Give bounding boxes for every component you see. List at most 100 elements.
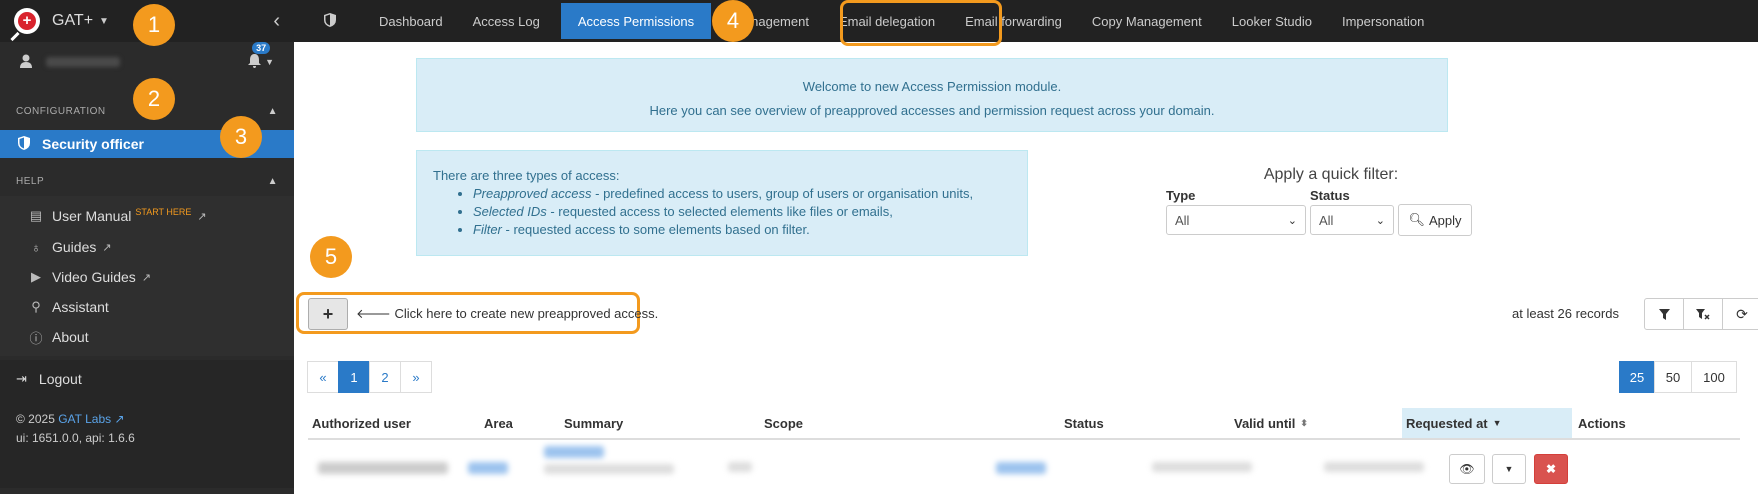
collapse-sidebar-icon[interactable]: ‹ — [273, 10, 280, 33]
blurred-cell — [468, 462, 508, 474]
col-requested-at-label: Requested at — [1406, 415, 1488, 431]
list-item: Selected IDs - requested access to selec… — [473, 203, 1011, 221]
sidebar-item-about[interactable]: ⓘ About — [0, 322, 294, 352]
view-button[interactable]: 👁︎ — [1449, 454, 1485, 484]
type-filter-label: Type — [1166, 188, 1196, 203]
col-area[interactable]: Area — [480, 408, 513, 438]
section-configuration-label: CONFIGURATION — [16, 105, 106, 117]
filter-button[interactable] — [1644, 298, 1684, 330]
tab-looker-studio[interactable]: Looker Studio — [1217, 0, 1327, 42]
more-actions-button[interactable]: ▼ — [1492, 454, 1526, 484]
apply-label: Apply — [1428, 212, 1462, 228]
external-link-icon: ↗ — [197, 210, 207, 223]
pagination-page-2[interactable]: 2 — [369, 361, 401, 393]
sort-desc-icon: ▼ — [1492, 418, 1502, 428]
external-link-icon: ↗ — [141, 271, 152, 284]
tab-highlight-frame — [840, 0, 1002, 46]
sidebar-item-guides[interactable]: ♁ Guides ↗ — [0, 232, 294, 262]
sidebar-item-label: Guides — [52, 239, 97, 255]
list-item: Filter - requested access to some elemen… — [473, 221, 1011, 239]
sidebar: + GAT+ ▼ ‹ 37 ▼ CONFIGURATION ▲ Security… — [0, 0, 294, 494]
quick-filter: Apply a quick filter: Type Status All ⌄ … — [1166, 166, 1496, 236]
start-here-badge: START HERE — [135, 207, 192, 217]
notifications-caret-icon[interactable]: ▼ — [265, 57, 274, 67]
type-select[interactable]: All ⌄ — [1166, 205, 1306, 235]
gat-logo-icon[interactable]: + — [10, 8, 40, 42]
logout-label: Logout — [38, 371, 82, 387]
tab-copy-management[interactable]: Copy Management — [1077, 0, 1217, 42]
chevron-down-icon: ⌄ — [1287, 214, 1297, 227]
type-name: Selected IDs — [473, 204, 547, 219]
external-link-icon: ↗ — [102, 241, 112, 254]
clear-filter-button[interactable] — [1683, 298, 1723, 330]
lightbulb-icon: ♁ — [31, 239, 41, 255]
create-preapproved-button[interactable]: + — [308, 298, 348, 330]
company-link[interactable]: GAT Labs — [58, 412, 111, 426]
sidebar-item-user-manual[interactable]: ▤ User Manual START HERE ↗ — [0, 200, 294, 232]
app-menu-caret-icon[interactable]: ▼ — [99, 16, 109, 27]
callout-4: 4 — [712, 0, 754, 42]
caret-down-icon: ▼ — [1504, 464, 1514, 474]
status-select[interactable]: All ⌄ — [1310, 205, 1394, 235]
tab-access-log[interactable]: Access Log — [458, 0, 555, 42]
app-name[interactable]: GAT+ — [52, 12, 93, 30]
close-icon: ✖ — [1545, 462, 1557, 476]
external-link-icon: ↗ — [114, 412, 125, 426]
section-help[interactable]: HELP ▲ — [0, 166, 294, 196]
type-name: Filter — [473, 222, 502, 237]
refresh-button[interactable]: ⟳ — [1722, 298, 1758, 330]
arrow-left-icon: 🡐 — [356, 306, 391, 321]
sidebar-item-label: Assistant — [52, 299, 109, 315]
type-select-value: All — [1175, 212, 1190, 228]
callout-3: 3 — [220, 116, 262, 158]
col-summary[interactable]: Summary — [560, 408, 623, 438]
apply-filter-button[interactable]: 🔍︎ Apply — [1398, 204, 1472, 236]
table-toolbar: ⟳ — [1644, 298, 1758, 330]
logout-button[interactable]: ⇥ Logout — [0, 360, 294, 398]
shield-icon[interactable] — [324, 12, 336, 30]
help-list: ▤ User Manual START HERE ↗ ♁ Guides ↗ ▶ … — [0, 196, 294, 356]
page-size-50[interactable]: 50 — [1654, 361, 1692, 393]
search-icon: 🔍︎ — [1408, 212, 1425, 227]
page-size-25[interactable]: 25 — [1619, 361, 1655, 393]
sidebar-item-label: Security officer — [42, 136, 144, 152]
callout-2: 2 — [133, 78, 175, 120]
col-status[interactable]: Status — [1060, 408, 1104, 438]
user-bar: 37 ▼ — [0, 41, 294, 82]
callout-1: 1 — [133, 4, 175, 46]
type-desc: - requested access to selected elements … — [546, 204, 893, 219]
blurred-cell — [728, 462, 752, 472]
tab-dashboard[interactable]: Dashboard — [364, 0, 458, 42]
col-valid-until-label: Valid until — [1234, 415, 1296, 431]
sidebar-item-video-guides[interactable]: ▶ Video Guides ↗ — [0, 262, 294, 292]
delete-button[interactable]: ✖ — [1534, 454, 1568, 484]
sidebar-item-label: Video Guides — [52, 269, 136, 285]
sidebar-item-assistant[interactable]: ⚲ Assistant — [0, 292, 294, 322]
section-help-label: HELP — [16, 175, 45, 187]
blurred-cell — [1324, 462, 1424, 472]
col-valid-until[interactable]: Valid until ⬍ — [1230, 408, 1308, 438]
tab-access-permissions[interactable]: Access Permissions — [560, 3, 712, 39]
pagination-page-1[interactable]: 1 — [338, 361, 370, 393]
pagination-prev[interactable]: « — [307, 361, 339, 393]
create-hint: 🡐 Click here to create new preapproved a… — [356, 306, 658, 322]
status-select-value: All — [1319, 212, 1334, 228]
bell-icon — [248, 53, 262, 68]
col-authorized-user[interactable]: Authorized user — [308, 408, 411, 438]
page-size-100[interactable]: 100 — [1691, 361, 1737, 393]
col-requested-at[interactable]: Requested at ▼ — [1402, 408, 1572, 438]
notifications-button[interactable]: 37 — [248, 41, 271, 71]
tab-impersonation[interactable]: Impersonation — [1327, 0, 1439, 42]
page-size-selector: 25 50 100 — [1619, 361, 1737, 393]
logout-icon: ⇥ — [16, 371, 27, 386]
pagination-next[interactable]: » — [400, 361, 432, 393]
type-desc: - predefined access to users, group of u… — [591, 186, 974, 201]
table-header: Authorized user Area Summary Scope Statu… — [308, 408, 1740, 440]
chevron-down-icon: ⌄ — [1375, 214, 1385, 227]
sort-icon: ⬍ — [1300, 417, 1308, 428]
col-scope[interactable]: Scope — [760, 408, 803, 438]
user-search-icon: ⚲ — [31, 299, 41, 314]
sidebar-item-label: About — [52, 329, 89, 345]
shield-icon — [18, 135, 30, 153]
blurred-cell — [318, 462, 448, 474]
